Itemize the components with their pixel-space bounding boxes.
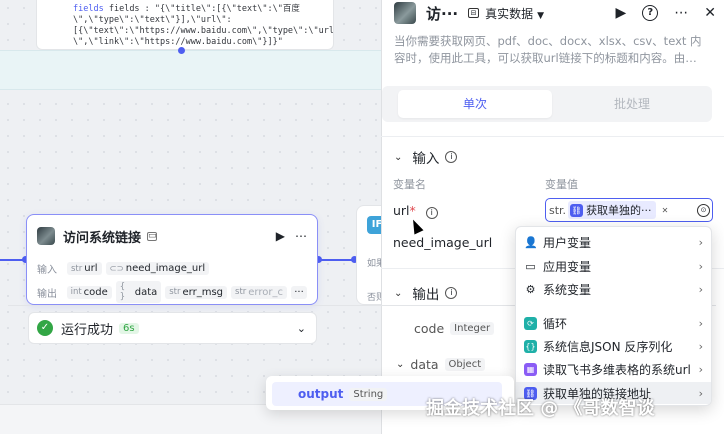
- input-section-title: 输入: [412, 151, 440, 167]
- node-output-label: 输出: [37, 288, 57, 300]
- menu-item-user-variables[interactable]: 👤 用户变量 ›: [516, 231, 711, 253]
- code-line: fields : "{\"title\":[{\"text\":\"百度: [108, 4, 300, 14]
- close-icon[interactable]: ✕: [704, 5, 716, 21]
- connection-line: [318, 259, 352, 261]
- panel-title: 访···: [426, 4, 459, 23]
- url-value-field[interactable]: str. ⛓ 获取单独的··· ✕ ⊙: [545, 198, 713, 222]
- info-icon[interactable]: i: [445, 287, 458, 299]
- chevron-down-icon[interactable]: ⌄: [297, 322, 306, 335]
- menu-item-loop[interactable]: ⟳ 循环 ›: [516, 312, 711, 334]
- json-icon: {}: [524, 339, 537, 353]
- output-field-data[interactable]: ⌄ data Object: [396, 357, 486, 372]
- node-input-label: 输入: [37, 265, 57, 276]
- user-icon: 👤: [524, 235, 538, 249]
- code-line: [{\"text\":\"https://www.baidu.com\",\"t…: [73, 26, 334, 36]
- plugin-badge-icon: ▭: [147, 230, 158, 241]
- run-node-icon[interactable]: ▶: [276, 229, 285, 243]
- variable-value-column-header: 变量值: [545, 178, 578, 191]
- input-param-tag: str url: [67, 262, 102, 275]
- chevron-down-icon: ⌄: [396, 359, 405, 370]
- clear-icon[interactable]: ✕: [662, 206, 669, 215]
- chevron-right-icon: ›: [698, 386, 703, 400]
- output-param-tag: int code: [66, 285, 112, 299]
- more-options-icon[interactable]: ⋯: [674, 5, 688, 21]
- data-mode-select[interactable]: 真实数据 ▼: [485, 5, 544, 22]
- run-duration-badge: 6s: [119, 322, 139, 334]
- loop-icon: ⟳: [524, 316, 537, 330]
- caret-down-icon: ▼: [537, 10, 545, 21]
- run-status-text: 运行成功: [61, 322, 114, 338]
- required-marker: *: [409, 203, 416, 218]
- tab-batch[interactable]: 批处理: [552, 90, 712, 118]
- input-section-header[interactable]: ⌄ 输入 i: [394, 147, 458, 167]
- run-mode-tabs: 单次 批处理: [382, 86, 712, 122]
- output-section-title: 输出: [412, 287, 440, 303]
- code-output-card: fields fields : "{\"title\":[{\"text\":\…: [36, 0, 334, 50]
- node-title: 访问系统链接: [63, 230, 142, 246]
- plugin-badge-icon: ⊟: [468, 8, 480, 18]
- menu-item-app-variables[interactable]: ▭ 应用变量 ›: [516, 255, 711, 277]
- output-param-tag: str error_c: [231, 285, 287, 299]
- connector-port[interactable]: [178, 47, 185, 54]
- code-line: \",\"link\":\"https://www.baidu.com\"}]}…: [73, 37, 283, 47]
- divider: [381, 136, 724, 137]
- success-check-icon: ✓: [37, 320, 53, 336]
- chevron-down-icon: ⌄: [394, 287, 403, 299]
- output-field-code: code Integer: [414, 321, 495, 336]
- plugin-description: 当你需要获取网页、pdf、doc、docx、xlsx、csv、text 内容时，…: [394, 34, 702, 65]
- workflow-node-visit-link[interactable]: 访问系统链接 ▭ ▶ ⋯ 输入 str url ⊂⊃ need_image_url …: [26, 214, 318, 305]
- variable-picker-menu: 👤 用户变量 › ▭ 应用变量 › ⚙ 系统变量 › ⟳ 循环 › {} 系统信息JSON 反序列…: [515, 226, 712, 406]
- info-icon[interactable]: i: [445, 151, 458, 163]
- plugin-avatar: [37, 227, 55, 245]
- run-icon[interactable]: ▶: [615, 5, 626, 21]
- chevron-right-icon: ›: [698, 282, 703, 296]
- variable-need-image-url: need_image_url: [393, 235, 493, 250]
- help-icon[interactable]: ?: [642, 5, 659, 21]
- output-param-tag: { } data: [115, 281, 162, 303]
- value-type-label: str.: [549, 203, 567, 217]
- run-status-bar[interactable]: ✓ 运行成功 6s ⌄: [28, 312, 317, 344]
- menu-item-system-variables[interactable]: ⚙ 系统变量 ›: [516, 278, 711, 300]
- chevron-down-icon: ⌄: [394, 151, 403, 163]
- target-icon[interactable]: ⊙: [697, 203, 710, 217]
- folder-icon: ▭: [525, 259, 536, 273]
- more-options-icon[interactable]: ⋯: [295, 229, 307, 243]
- canvas-band: [0, 50, 382, 90]
- output-section-header[interactable]: ⌄ 输出 i: [394, 283, 458, 303]
- type-chip: String: [349, 387, 388, 401]
- variable-reference-chip[interactable]: ⛓ 获取单独的···: [568, 201, 656, 219]
- link-icon: ⛓: [570, 203, 584, 217]
- toggle-icon: ⊂⊃: [109, 263, 124, 274]
- variable-url: url* i: [393, 203, 438, 219]
- menu-item-read-lark-table[interactable]: ▦ 读取飞书多维表格的系统url ›: [516, 358, 711, 380]
- code-line: \",\"type\":\"text\"}],\"url\":: [73, 15, 232, 25]
- plugin-avatar: [394, 2, 416, 24]
- menu-item-json-deserialize[interactable]: {} 系统信息JSON 反序列化 ›: [516, 335, 711, 357]
- info-icon[interactable]: i: [425, 207, 438, 219]
- chevron-right-icon: ›: [698, 259, 703, 273]
- output-param-tag: str err_msg: [165, 285, 228, 299]
- chevron-right-icon: ›: [698, 235, 703, 249]
- tab-single[interactable]: 单次: [398, 90, 552, 118]
- chevron-right-icon: ›: [698, 362, 703, 376]
- gear-icon: ⚙: [525, 282, 536, 296]
- connection-line: [0, 259, 24, 261]
- watermark-text: 掘金技术社区 @ 《哥数智谈: [426, 398, 655, 419]
- type-chip: Object: [444, 358, 486, 371]
- output-name: output: [298, 387, 344, 401]
- more-params-tag[interactable]: ···: [291, 285, 307, 299]
- type-chip: Integer: [450, 322, 495, 335]
- variable-name-column-header: 变量名: [393, 178, 426, 191]
- chevron-right-icon: ›: [698, 316, 703, 330]
- table-icon: ▦: [524, 362, 537, 376]
- chevron-right-icon: ›: [698, 339, 703, 353]
- input-param-tag: ⊂⊃ need_image_url: [105, 262, 210, 275]
